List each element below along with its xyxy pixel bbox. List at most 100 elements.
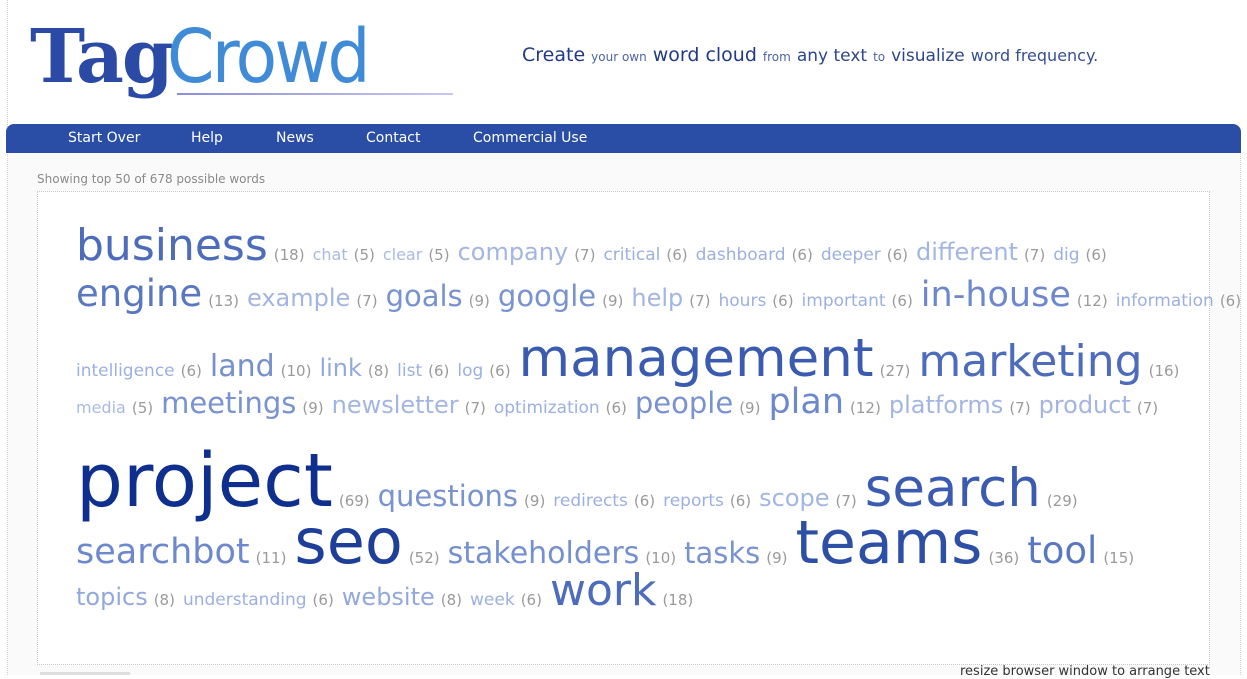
cloud-word-count: (6) (180, 362, 202, 380)
cloud-row: topics (8) understanding (6) website (8) week (… (76, 565, 701, 616)
cloud-word-example[interactable]: example (247, 284, 350, 312)
cloud-word-deeper[interactable]: deeper (821, 245, 881, 265)
resize-note: resize browser window to arrange text (960, 664, 1210, 679)
cloud-word-count: (6) (428, 362, 450, 380)
cloud-word-count: (7) (689, 292, 711, 310)
cloud-word-link[interactable]: link (319, 354, 361, 382)
cloud-word-count: (7) (1023, 246, 1046, 264)
tagline-word: from (762, 50, 791, 64)
cloud-word-tool[interactable]: tool (1027, 529, 1097, 572)
cloud-word-count: (6) (666, 246, 688, 264)
cloud-word-chat[interactable]: chat (313, 245, 348, 264)
cloud-word-count: (6) (791, 246, 813, 264)
cloud-word-platforms[interactable]: platforms (889, 391, 1003, 419)
logo-underline (177, 93, 453, 95)
tagcrowd-logo[interactable]: Tag Crowd (30, 12, 453, 112)
cloud-word-newsletter[interactable]: newsletter (332, 391, 459, 419)
logo-tag: Tag (30, 14, 174, 100)
cloud-word-count: (9) (766, 549, 788, 567)
cloud-word-clear[interactable]: clear (383, 245, 422, 264)
cloud-word-count: (6) (520, 591, 542, 609)
cloud-word-dashboard[interactable]: dashboard (696, 245, 786, 265)
cloud-word-count: (7) (1009, 399, 1031, 417)
cloud-word-hours[interactable]: hours (719, 291, 767, 311)
cloud-word-count: (9) (468, 292, 490, 310)
cloud-word-count: (7) (1136, 399, 1159, 417)
tagline-word: word frequency. (970, 46, 1099, 65)
cloud-word-land[interactable]: land (210, 349, 275, 384)
cloud-word-count: (7) (464, 399, 486, 417)
cloud-word-teams[interactable]: teams (796, 508, 983, 578)
cloud-word-count: (9) (302, 399, 324, 417)
cloud-word-count: (16) (1148, 362, 1180, 380)
page-border-right (1240, 150, 1241, 675)
cloud-word-marketing[interactable]: marketing (918, 336, 1142, 387)
cloud-word-count: (18) (662, 591, 694, 609)
cloud-word-count: (9) (739, 399, 761, 417)
cloud-word-dig[interactable]: dig (1053, 245, 1079, 265)
cloud-word-count: (8) (153, 591, 175, 609)
nav-help[interactable]: Help (191, 124, 223, 153)
logo-crowd: Crowd (167, 14, 371, 100)
nav-bar: Start Over Help News Contact Commercial … (6, 124, 1241, 153)
cloud-word-product[interactable]: product (1039, 391, 1131, 419)
cloud-word-count: (5) (353, 246, 375, 264)
tagline-word: to (873, 50, 886, 64)
cloud-word-count: (8) (440, 591, 463, 609)
cloud-word-goals[interactable]: goals (386, 279, 463, 313)
cloud-word-business[interactable]: business (76, 220, 268, 271)
cloud-word-count: (12) (1076, 292, 1108, 310)
cloud-word-count: (6) (1085, 246, 1107, 264)
cloud-word-work[interactable]: work (550, 565, 656, 616)
cloud-word-count: (6) (312, 591, 334, 609)
cloud-word-count: (13) (208, 292, 239, 310)
cloud-word-help[interactable]: help (631, 284, 683, 312)
cloud-word-count: (27) (879, 362, 911, 380)
tagline: Create your own word cloud from any text to vi… (522, 44, 1104, 66)
cloud-word-in-house[interactable]: in-house (921, 275, 1071, 315)
cloud-word-understanding[interactable]: understanding (183, 590, 307, 610)
cloud-word-important[interactable]: important (802, 291, 886, 311)
cloud-row: media (5) meetings (9) newsletter (7) optimiza… (76, 382, 1166, 422)
cloud-word-count: (6) (1219, 292, 1242, 310)
cloud-word-company[interactable]: company (458, 238, 569, 266)
nav-start-over[interactable]: Start Over (68, 124, 140, 153)
cloud-word-week[interactable]: week (470, 590, 515, 610)
nav-contact[interactable]: Contact (366, 124, 420, 153)
cloud-word-count: (7) (356, 292, 378, 310)
cloud-word-intelligence[interactable]: intelligence (76, 361, 175, 381)
cloud-word-management[interactable]: management (519, 328, 874, 389)
cloud-word-count: (9) (602, 292, 624, 310)
cloud-word-media[interactable]: media (76, 398, 126, 417)
tagline-word: Create (522, 44, 586, 66)
cloud-word-people[interactable]: people (635, 386, 733, 420)
cloud-word-critical[interactable]: critical (603, 245, 660, 265)
cloud-word-list[interactable]: list (397, 361, 422, 381)
nav-commercial-use[interactable]: Commercial Use (473, 124, 587, 153)
cloud-word-count: (18) (273, 246, 305, 264)
cloud-word-count: (6) (886, 246, 909, 264)
cloud-word-different[interactable]: different (916, 238, 1018, 266)
cloud-word-information[interactable]: information (1116, 291, 1214, 311)
cloud-word-optimization[interactable]: optimization (494, 398, 600, 418)
cloud-word-meetings[interactable]: meetings (161, 386, 296, 420)
cloud-word-google[interactable]: google (498, 279, 596, 313)
cloud-word-count: (36) (988, 549, 1020, 567)
cloud-word-website[interactable]: website (342, 583, 435, 611)
cloud-row: business (18) chat (5) clear (5) company (7) cri… (76, 220, 1115, 271)
tagline-word: word cloud (652, 44, 757, 66)
cloud-word-count: (7) (574, 246, 596, 264)
tagline-word: visualize (891, 46, 965, 66)
cloud-word-count: (12) (850, 399, 881, 417)
cloud-word-count: (8) (367, 362, 390, 380)
cloud-word-plan[interactable]: plan (768, 382, 844, 422)
cloud-word-engine[interactable]: engine (76, 272, 202, 315)
cloud-word-count: (5) (131, 399, 154, 417)
cloud-word-count: (6) (891, 292, 913, 310)
nav-news[interactable]: News (276, 124, 314, 153)
cloud-word-log[interactable]: log (457, 361, 483, 381)
cloud-word-topics[interactable]: topics (76, 583, 148, 611)
tagline-word: your own (591, 50, 647, 64)
cloud-word-count: (5) (428, 246, 450, 264)
word-cloud: business (18) chat (5) clear (5) company (7) cri… (37, 191, 1241, 665)
